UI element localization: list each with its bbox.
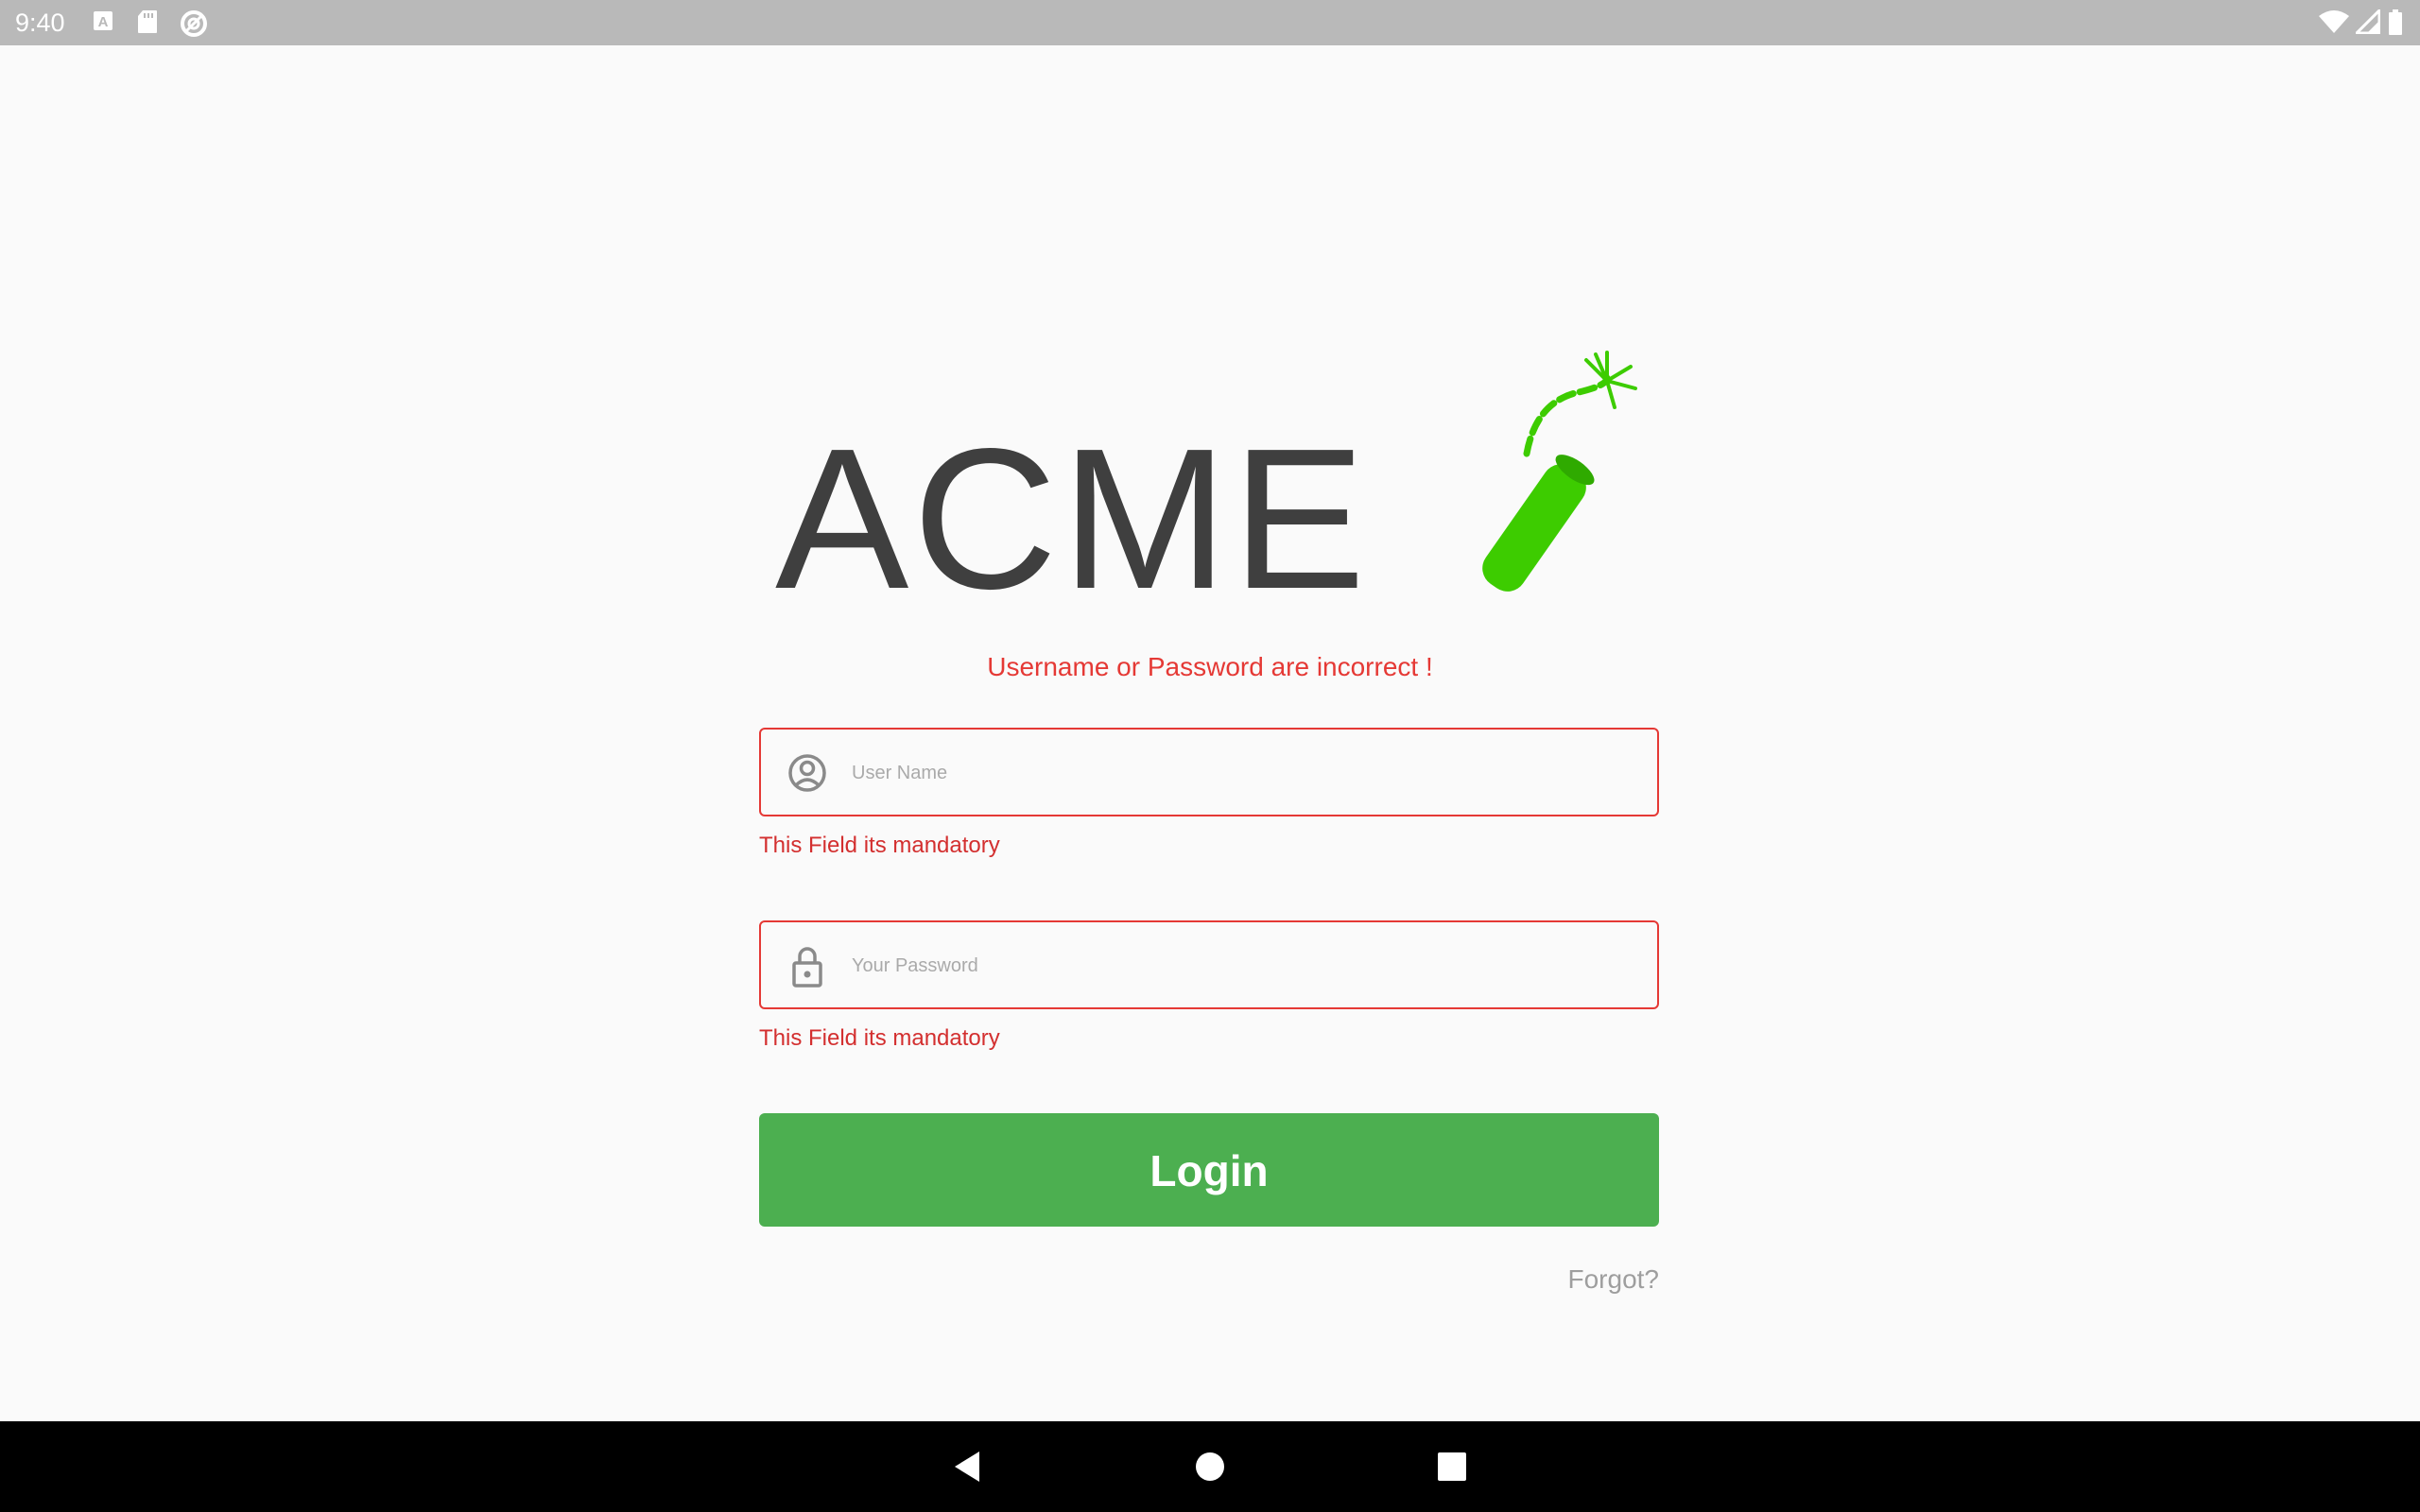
svg-text:A: A: [98, 14, 109, 30]
navigation-bar: [0, 1421, 2420, 1512]
status-time: 9:40: [15, 9, 65, 37]
username-error: This Field its mandatory: [759, 833, 1000, 858]
data-saver-icon: [180, 9, 208, 43]
login-button[interactable]: Login: [759, 1113, 1659, 1227]
login-screen: 9:40 A ACME Username or Password are inc…: [0, 0, 2420, 1512]
sd-card-icon: [137, 9, 158, 39]
password-input[interactable]: [850, 922, 1638, 1009]
font-a-icon: A: [93, 9, 113, 37]
password-field[interactable]: [759, 920, 1659, 1009]
acme-logo: ACME: [775, 350, 1645, 630]
login-error-message: Username or Password are incorrect !: [987, 652, 1433, 681]
logo-text: ACME: [775, 406, 1370, 605]
user-circle-icon: [786, 751, 829, 795]
battery-icon: [2388, 9, 2403, 41]
status-bar: 9:40 A: [0, 0, 2420, 45]
password-error: This Field its mandatory: [759, 1025, 1000, 1051]
lock-icon: [786, 944, 829, 988]
forgot-password-link[interactable]: Forgot?: [1568, 1263, 1660, 1297]
home-icon[interactable]: [1191, 1448, 1229, 1486]
cell-signal-icon: [2355, 9, 2381, 39]
back-icon[interactable]: [949, 1448, 987, 1486]
username-input[interactable]: [850, 730, 1638, 816]
wifi-icon: [2318, 9, 2350, 39]
recents-icon[interactable]: [1433, 1448, 1471, 1486]
dynamite-icon: [1482, 351, 1637, 592]
username-field[interactable]: [759, 728, 1659, 816]
